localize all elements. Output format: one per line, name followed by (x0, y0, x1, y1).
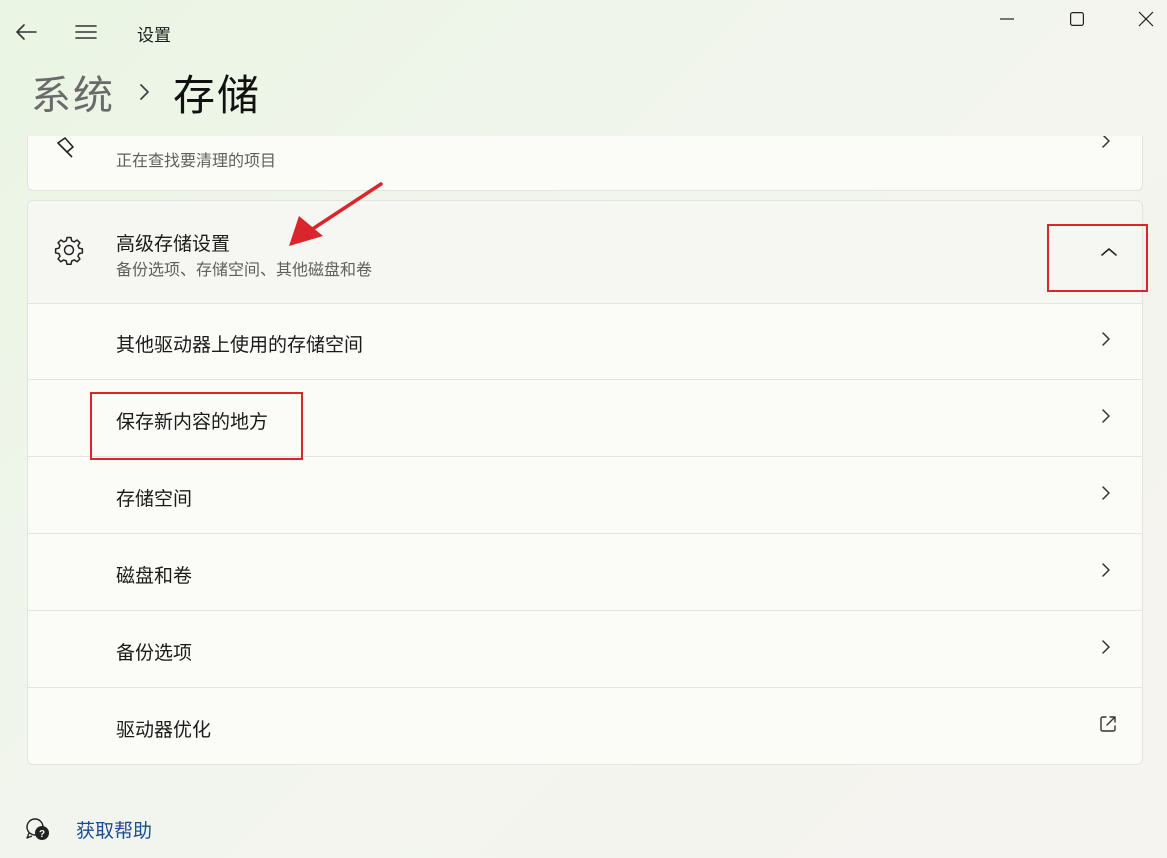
advanced-storage-settings-expander: 高级存储设置 备份选项、存储空间、其他磁盘和卷 其他驱动器上使用的存储空间 保存… (27, 200, 1143, 765)
broom-icon (54, 137, 80, 163)
close-button[interactable] (1126, 4, 1166, 34)
breadcrumb: 系统 存储 (31, 64, 261, 120)
storage-used-on-other-drives-row[interactable]: 其他驱动器上使用的存储空间 (28, 303, 1142, 380)
backup-options-row[interactable]: 备份选项 (28, 611, 1142, 688)
chevron-right-icon (1101, 408, 1111, 428)
help-chat-icon: ? (26, 817, 49, 840)
highlight-box-collapse-toggle (1047, 224, 1148, 292)
highlight-box-save-location (90, 392, 303, 460)
gear-icon (54, 235, 84, 269)
minimize-icon (1000, 18, 1014, 20)
cleanup-recommendations-card[interactable]: 正在查找要清理的项目 (27, 136, 1143, 191)
title-bar: 设置 (0, 0, 1167, 60)
red-arrow-annotation-icon (289, 182, 383, 246)
chevron-right-icon (139, 82, 151, 102)
maximize-icon (1070, 12, 1084, 26)
get-help-link[interactable]: ? 获取帮助 (24, 816, 152, 843)
advanced-storage-subtitle: 备份选项、存储空间、其他磁盘和卷 (116, 260, 373, 279)
minimize-button[interactable] (987, 4, 1027, 34)
window-title: 设置 (137, 26, 171, 46)
chevron-right-icon (1101, 485, 1111, 505)
row-label: 存储空间 (116, 488, 193, 510)
page-title: 存储 (173, 70, 262, 120)
back-arrow-icon (16, 24, 37, 40)
settings-content[interactable]: 正在查找要清理的项目 高级存储设置 备份选项、存储空间、其他磁盘和卷 其他驱动器… (0, 136, 1167, 858)
get-help-label[interactable]: 获取帮助 (76, 816, 152, 843)
chevron-right-icon (1101, 136, 1111, 153)
menu-button[interactable] (70, 16, 102, 48)
open-external-icon (1098, 714, 1118, 738)
disks-and-volumes-row[interactable]: 磁盘和卷 (28, 534, 1142, 611)
row-label: 驱动器优化 (116, 719, 212, 741)
row-label: 备份选项 (116, 642, 193, 664)
svg-text:?: ? (39, 829, 45, 840)
maximize-button[interactable] (1057, 4, 1097, 34)
advanced-storage-settings-header[interactable]: 高级存储设置 备份选项、存储空间、其他磁盘和卷 (28, 201, 1142, 304)
row-label: 其他驱动器上使用的存储空间 (116, 334, 364, 356)
chevron-right-icon (1101, 562, 1111, 582)
chevron-right-icon (1101, 639, 1111, 659)
chevron-right-icon (1101, 331, 1111, 351)
drive-optimization-row[interactable]: 驱动器优化 (28, 688, 1142, 764)
back-button[interactable] (10, 16, 42, 48)
storage-spaces-row[interactable]: 存储空间 (28, 457, 1142, 534)
breadcrumb-system-link[interactable]: 系统 (31, 63, 115, 121)
cleanup-subtitle: 正在查找要清理的项目 (116, 151, 277, 170)
hamburger-icon (75, 25, 97, 39)
close-icon (1138, 11, 1154, 27)
advanced-storage-title: 高级存储设置 (116, 233, 231, 255)
row-label: 磁盘和卷 (116, 565, 193, 587)
